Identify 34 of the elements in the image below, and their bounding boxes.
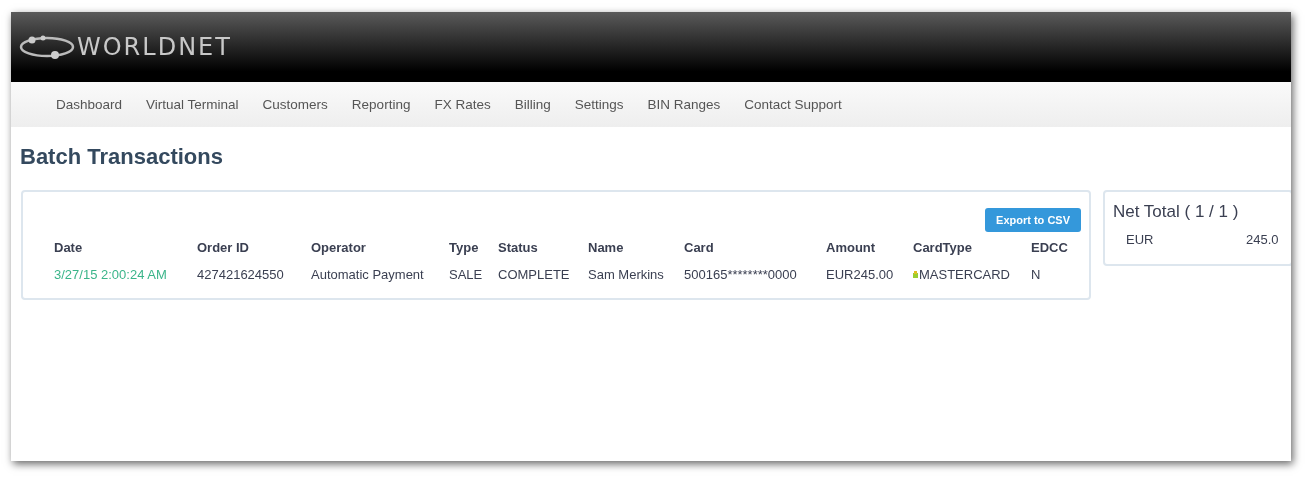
card-icon	[913, 271, 918, 278]
table-cell-text: 427421624550	[197, 267, 285, 282]
column-header: Order ID	[197, 240, 250, 255]
nav-link[interactable]: FX Rates	[434, 97, 491, 112]
table-cell-text: Automatic Payment	[311, 267, 425, 282]
column-header: EDCC	[1031, 240, 1069, 255]
nav-link[interactable]: Billing	[514, 97, 551, 112]
column-header: Operator	[311, 240, 367, 255]
table-cell-text: Sam Merkins	[588, 267, 665, 282]
table-cell-text: 500165********0000	[684, 267, 798, 282]
net-total-title: Net Total ( 1 / 1 )	[1113, 202, 1240, 222]
column-header: Amount	[826, 240, 877, 255]
table-cell-text: SALE	[449, 267, 484, 282]
column-header: Card	[684, 240, 715, 255]
nav-link[interactable]: Customers	[262, 97, 328, 112]
nav-link[interactable]: BIN Ranges	[647, 97, 721, 112]
logo-text: WORLDNET	[77, 33, 232, 61]
nav-link[interactable]: Contact Support	[744, 97, 842, 112]
nav-link[interactable]: Settings	[574, 97, 624, 112]
column-header: Date	[54, 240, 84, 255]
column-header: Status	[498, 240, 539, 255]
table-cell-text: COMPLETE	[498, 267, 571, 282]
nav-link[interactable]: Virtual Terminal	[146, 97, 239, 112]
nav-link[interactable]: Reporting	[351, 97, 411, 112]
column-header: Type	[449, 240, 480, 255]
table-cell-text: EUR245.00	[826, 267, 895, 282]
column-header: Name	[588, 240, 625, 255]
amount-value: 245.0	[1246, 232, 1279, 247]
table-cell-text: N	[1031, 267, 1042, 282]
column-header: CardType	[913, 240, 973, 255]
nav-link[interactable]: Dashboard	[56, 97, 123, 112]
currency-label: EUR	[1126, 232, 1155, 247]
table-cell: MASTERCARD	[919, 267, 1010, 282]
page-title: Batch Transactions	[20, 144, 224, 171]
